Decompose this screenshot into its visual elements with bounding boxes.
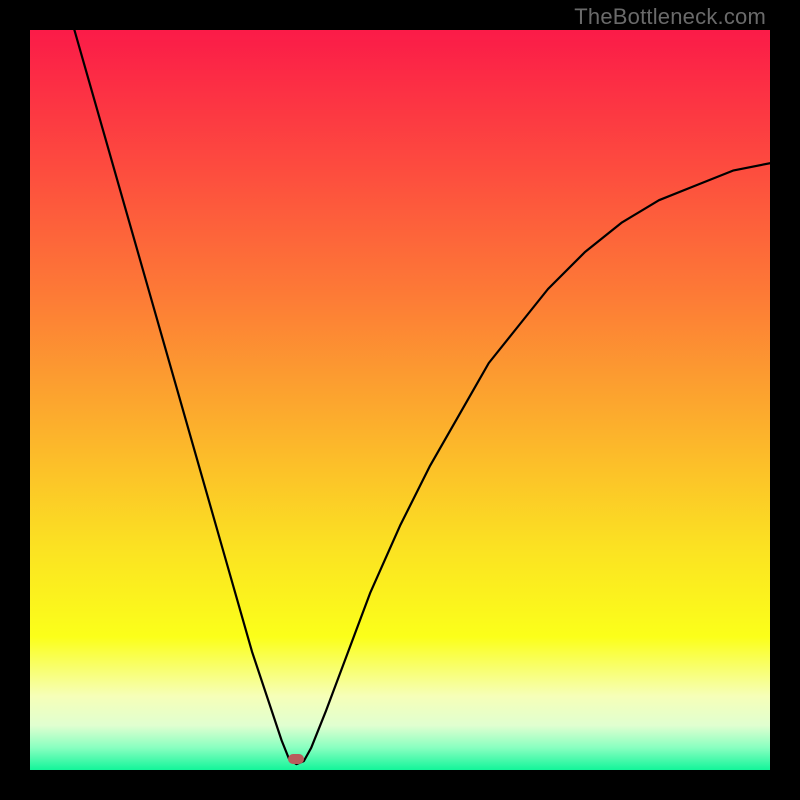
watermark-text: TheBottleneck.com [574,4,766,30]
chart-frame: TheBottleneck.com [0,0,800,800]
plot-area [30,30,770,770]
bottleneck-curve [74,30,770,764]
dip-marker [288,754,304,764]
curve-layer [30,30,770,770]
